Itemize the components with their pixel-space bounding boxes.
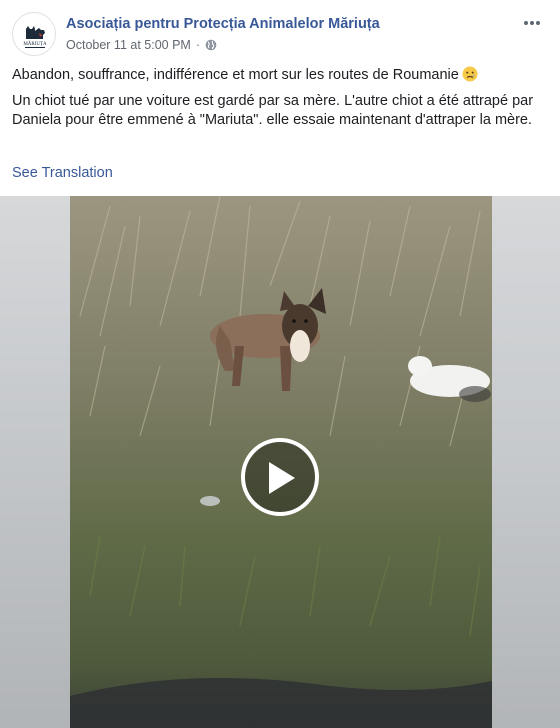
post-text: Abandon, souffrance, indifférence et mor… — [12, 66, 546, 137]
post-timestamp[interactable]: October 11 at 5:00 PM — [66, 38, 191, 52]
page-avatar[interactable]: MĂRIUȚA — [12, 12, 56, 56]
post-paragraph-2: Un chiot tué par une voiture est gardé p… — [12, 93, 534, 128]
play-icon[interactable] — [241, 438, 319, 516]
globe-icon[interactable] — [205, 39, 217, 51]
post-header: MĂRIUȚA Asociația pentru Protecția Anima… — [12, 12, 548, 58]
video-player[interactable] — [0, 196, 560, 728]
meta-separator: · — [195, 38, 201, 52]
mariuta-logo: MĂRIUȚA — [14, 14, 55, 55]
post-meta: October 11 at 5:00 PM · — [66, 38, 217, 52]
svg-text:MĂRIUȚA: MĂRIUȚA — [23, 41, 47, 47]
video-blur-left — [0, 196, 70, 728]
page-name-link[interactable]: Asociația pentru Protecția Animalelor Mă… — [66, 16, 380, 32]
facebook-post: MĂRIUȚA Asociația pentru Protecția Anima… — [0, 0, 560, 728]
video-blur-right — [492, 196, 560, 728]
sad-tear-emoji-icon — [462, 66, 478, 82]
paragraph-1-text: Abandon, souffrance, indifférence et mor… — [12, 67, 459, 83]
see-translation-link[interactable]: See Translation — [12, 165, 113, 181]
post-paragraph-1: Abandon, souffrance, indifférence et mor… — [12, 66, 546, 85]
more-dots-icon[interactable] — [520, 14, 544, 32]
